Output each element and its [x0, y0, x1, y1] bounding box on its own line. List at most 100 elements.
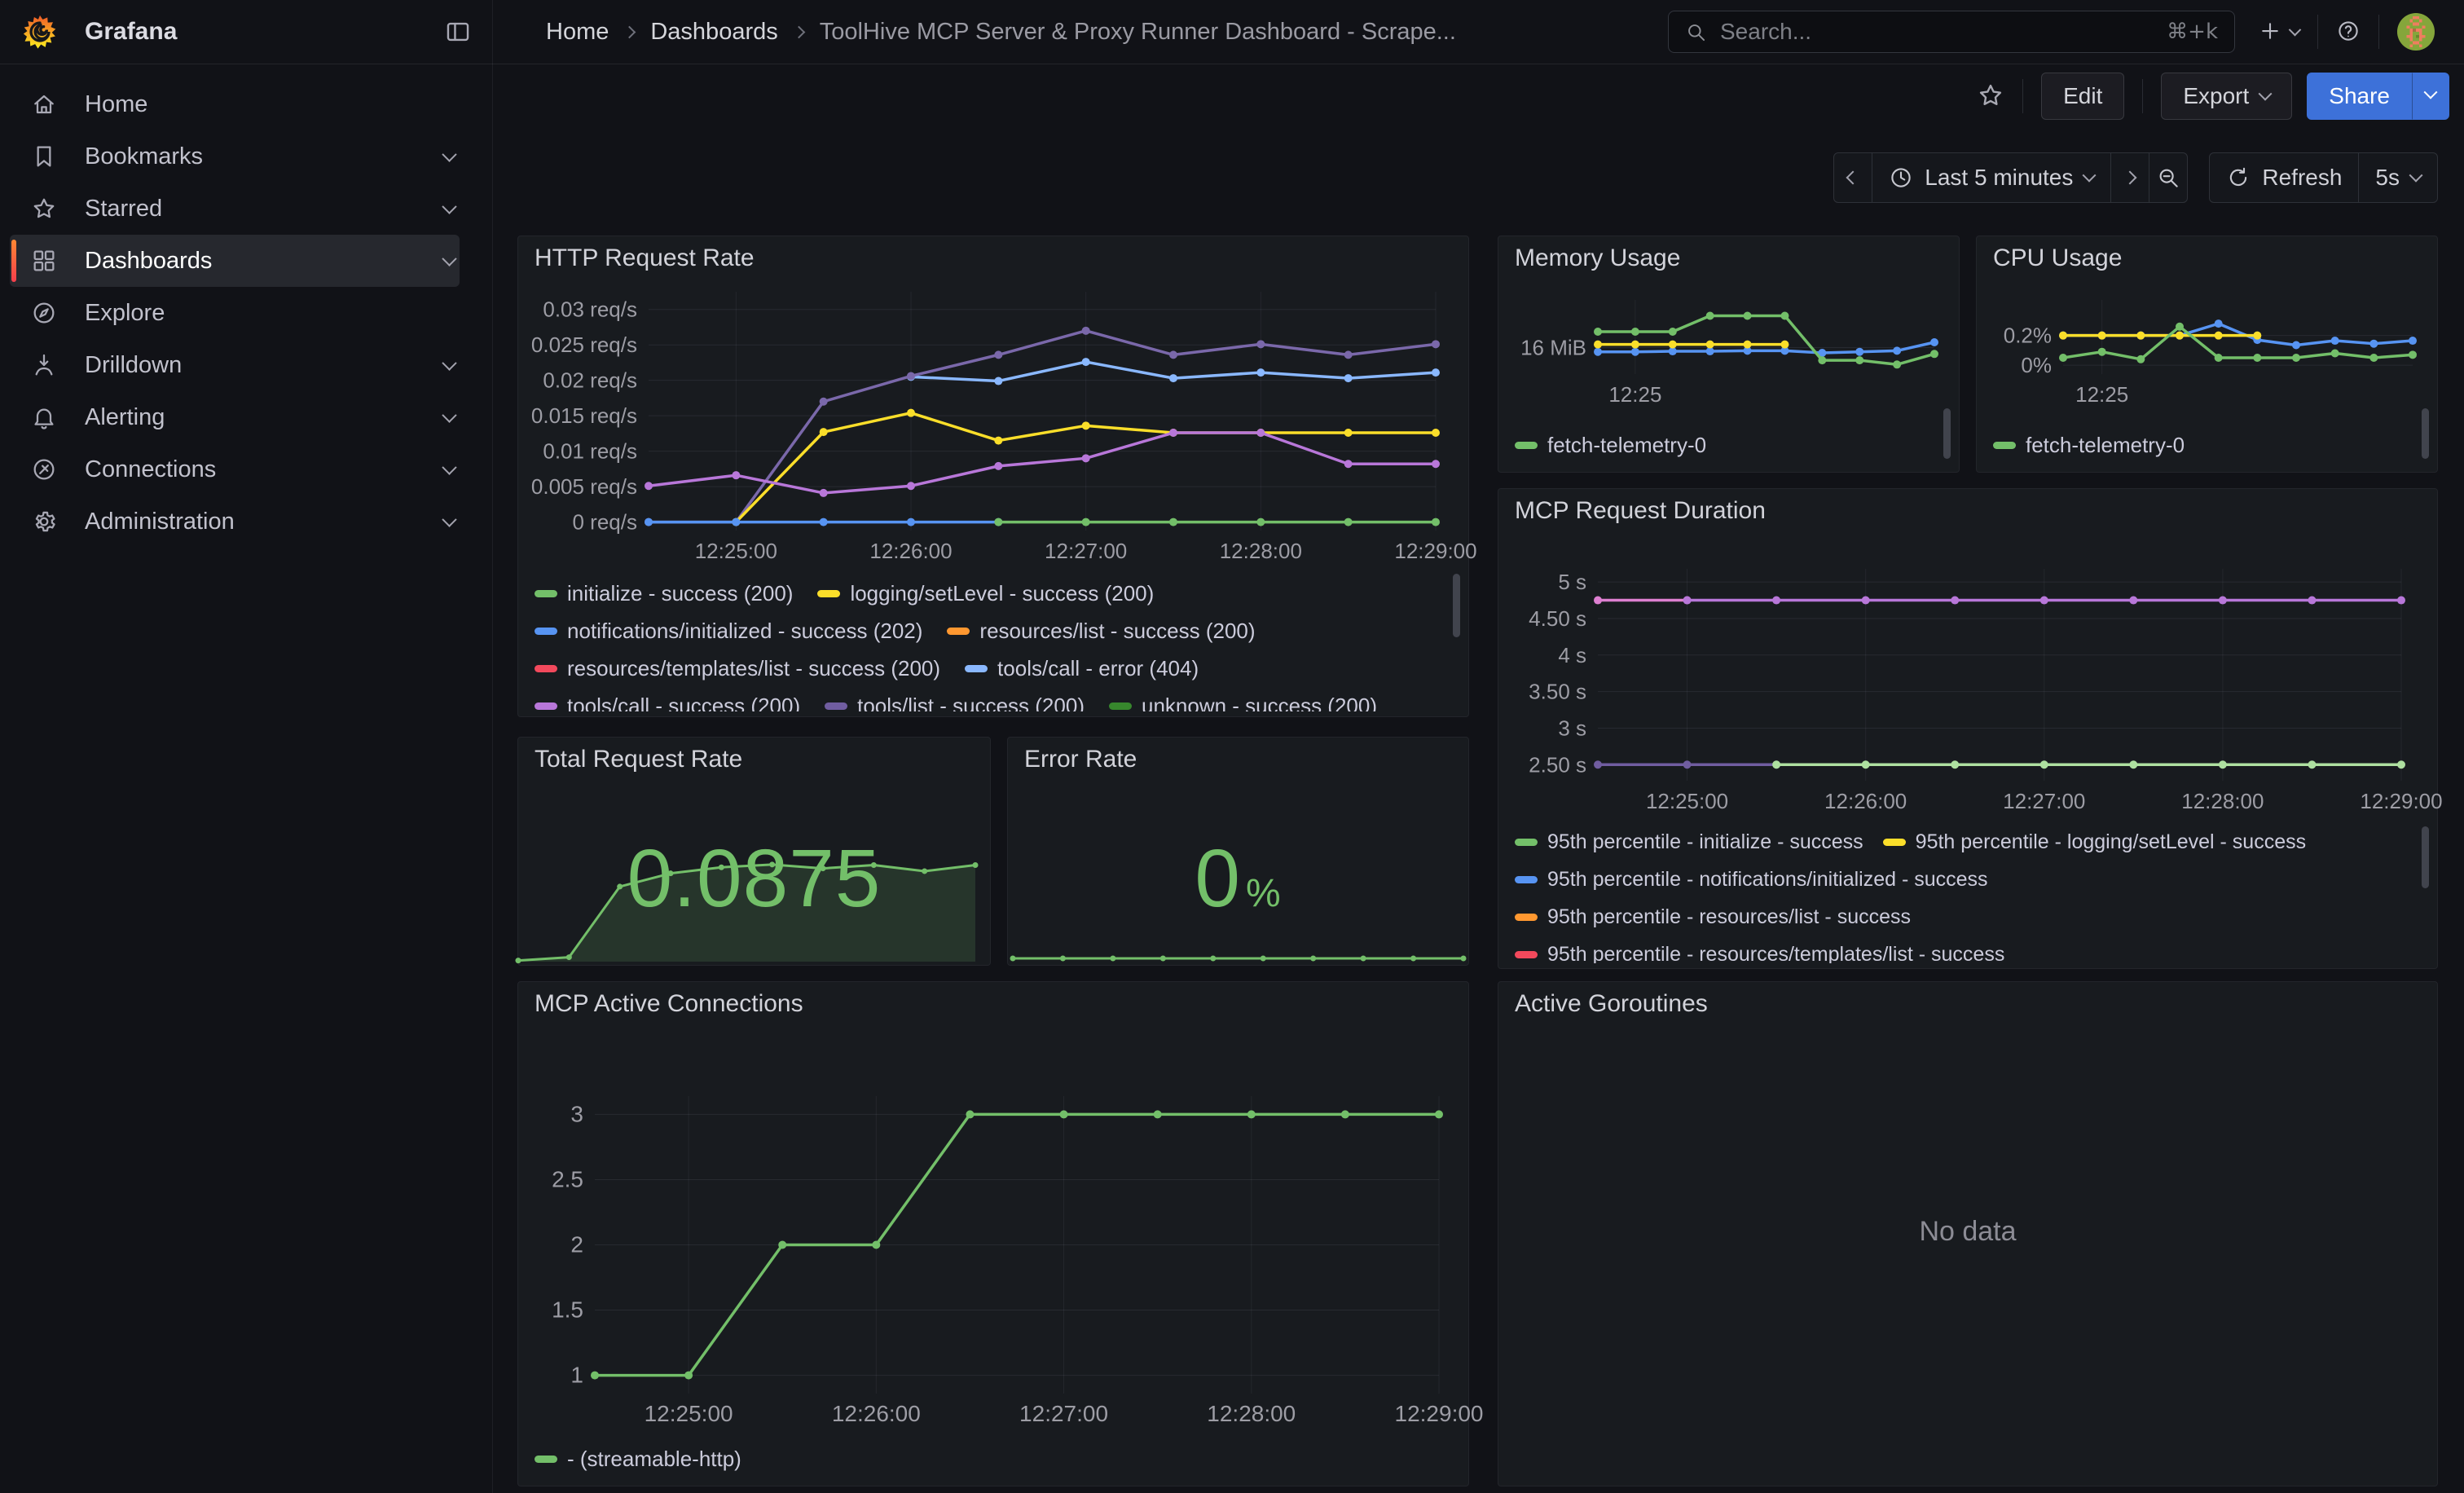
svg-text:5 s: 5 s	[1558, 570, 1586, 594]
legend-item[interactable]: 95th percentile - resources/list - succe…	[1515, 898, 1911, 936]
svg-text:2.50 s: 2.50 s	[1529, 752, 1586, 777]
breadcrumb-home[interactable]: Home	[546, 19, 609, 46]
sidebar-item-alerting[interactable]: Alerting	[10, 391, 460, 443]
error-rate-sparkline[interactable]	[1011, 944, 1465, 963]
legend-label: initialize - success (200)	[567, 581, 793, 606]
time-range-group: Last 5 minutes	[1833, 152, 2188, 203]
panel-title[interactable]: Error Rate	[1024, 746, 1137, 773]
bookmark-icon	[31, 143, 57, 170]
add-new-button[interactable]	[2258, 19, 2299, 46]
panel-title[interactable]: MCP Request Duration	[1515, 497, 1766, 525]
memory-usage-chart[interactable]: 12:2516 MiB	[1507, 293, 1947, 410]
share-button[interactable]: Share	[2307, 73, 2412, 120]
legend-item[interactable]: resources/templates/list - success (200)	[535, 650, 940, 687]
legend-item[interactable]: unknown - success (200)	[1109, 687, 1377, 711]
breadcrumb-current-dashboard: ToolHive MCP Server & Proxy Runner Dashb…	[820, 19, 1456, 46]
dashboard-toolbar: Edit Export Share	[494, 64, 2464, 128]
panel-title[interactable]: MCP Active Connections	[535, 990, 803, 1018]
chevron-down-icon[interactable]	[442, 407, 456, 422]
panel-title[interactable]: Active Goroutines	[1515, 990, 1708, 1018]
search-shortcut: ⌘+k	[2167, 20, 2218, 44]
divider	[2142, 79, 2143, 113]
panel-title[interactable]: Total Request Rate	[535, 746, 742, 773]
legend-scrollbar[interactable]	[2422, 408, 2429, 459]
edit-button[interactable]: Edit	[2041, 73, 2124, 120]
breadcrumb-dashboards[interactable]: Dashboards	[650, 19, 777, 46]
legend-scrollbar[interactable]	[2422, 826, 2429, 888]
chevron-down-icon[interactable]	[442, 355, 456, 370]
legend-item[interactable]: tools/call - error (404)	[965, 650, 1199, 687]
sidebar-item-starred[interactable]: Starred	[10, 183, 460, 235]
chevron-right-icon	[625, 28, 634, 37]
zoom-out-button[interactable]	[2149, 152, 2188, 203]
http-request-rate-chart[interactable]: 12:25:0012:26:0012:27:0012:28:0012:29:00…	[526, 282, 1460, 573]
sidebar-item-explore[interactable]: Explore	[10, 287, 460, 339]
star-dashboard-button[interactable]	[1977, 81, 2004, 112]
legend-item[interactable]: initialize - success (200)	[535, 575, 793, 612]
sidebar-item-label: Explore	[85, 300, 460, 327]
cpu-legend: fetch-telemetry-0	[1993, 426, 2416, 464]
mcp-active-connections-chart[interactable]: 12:25:0012:26:0012:27:0012:28:0012:29:00…	[526, 1047, 1460, 1442]
grafana-logo-icon[interactable]	[23, 15, 57, 49]
sidebar-item-dashboards[interactable]: Dashboards	[10, 235, 460, 287]
svg-text:12:27:00: 12:27:00	[2003, 789, 2085, 813]
legend-item[interactable]: 95th percentile - notifications/initiali…	[1515, 861, 1988, 898]
time-range-picker[interactable]: Last 5 minutes	[1872, 152, 2111, 203]
time-range-label: Last 5 minutes	[1925, 165, 2073, 191]
sidebar-item-home[interactable]: Home	[10, 78, 460, 130]
search-placeholder: Search...	[1720, 19, 1811, 45]
legend-item[interactable]: fetch-telemetry-0	[1993, 426, 2185, 464]
chevron-down-icon[interactable]	[442, 512, 456, 526]
panel-title[interactable]: CPU Usage	[1993, 244, 2122, 272]
sidebar-item-drilldown[interactable]: Drilldown	[10, 339, 460, 391]
sidebar-item-administration[interactable]: Administration	[10, 495, 460, 548]
legend-item[interactable]: logging/setLevel - success (200)	[817, 575, 1154, 612]
search-input[interactable]: Search... ⌘+k	[1668, 11, 2235, 53]
panel-title[interactable]: HTTP Request Rate	[535, 244, 755, 272]
breadcrumb: Home Dashboards ToolHive MCP Server & Pr…	[546, 19, 1472, 46]
svg-text:12:26:00: 12:26:00	[869, 539, 952, 563]
legend-item[interactable]: - (streamable-http)	[535, 1440, 741, 1478]
sidebar-item-label: Drilldown	[85, 352, 444, 379]
mcp-request-duration-chart[interactable]: 12:25:0012:26:0012:27:0012:28:0012:29:00…	[1507, 535, 2429, 823]
user-avatar[interactable]	[2397, 13, 2435, 51]
legend-item[interactable]: 95th percentile - logging/setLevel - suc…	[1883, 823, 2306, 861]
chevron-down-icon[interactable]	[442, 460, 456, 474]
sidebar-item-label: Dashboards	[85, 248, 444, 275]
legend-item[interactable]: resources/list - success (200)	[947, 612, 1255, 650]
share-menu-button[interactable]	[2412, 73, 2449, 120]
svg-text:0.005 req/s: 0.005 req/s	[531, 474, 637, 499]
svg-text:2.5: 2.5	[552, 1166, 583, 1191]
chevron-down-icon[interactable]	[442, 199, 456, 214]
cpu-usage-chart[interactable]: 12:250.2%0%	[1985, 293, 2426, 410]
chevron-down-icon[interactable]	[442, 251, 456, 266]
sidebar-item-bookmarks[interactable]: Bookmarks	[10, 130, 460, 183]
legend-item[interactable]: 95th percentile - resources/templates/li…	[1515, 936, 2004, 963]
plus-icon	[2258, 19, 2282, 46]
legend-item[interactable]: notifications/initialized - success (202…	[535, 612, 922, 650]
legend-scrollbar[interactable]	[1943, 408, 1951, 459]
legend-item[interactable]: tools/call - success (200)	[535, 687, 800, 711]
legend-item[interactable]: fetch-telemetry-0	[1515, 426, 1706, 464]
sidebar-item-connections[interactable]: Connections	[10, 443, 460, 495]
grafana-app: Grafana HomeBookmarksStarredDashboardsEx…	[0, 0, 2464, 1493]
legend-swatch	[1515, 914, 1538, 921]
svg-text:12:28:00: 12:28:00	[1207, 1401, 1296, 1426]
drilldown-icon	[31, 352, 57, 378]
legend-item[interactable]: tools/list - success (200)	[825, 687, 1085, 711]
time-shift-forward-button[interactable]	[2110, 152, 2149, 203]
time-shift-back-button[interactable]	[1833, 152, 1872, 203]
panel-title[interactable]: Memory Usage	[1515, 244, 1680, 272]
svg-text:4 s: 4 s	[1558, 643, 1586, 667]
refresh-interval-picker[interactable]: 5s	[2358, 152, 2438, 203]
help-button[interactable]	[2336, 19, 2361, 46]
collapse-sidebar-icon[interactable]	[444, 18, 472, 46]
refresh-button[interactable]: Refresh	[2209, 152, 2359, 203]
divider	[2022, 79, 2023, 113]
legend-scrollbar[interactable]	[1453, 574, 1460, 637]
chevron-down-icon[interactable]	[442, 147, 456, 161]
legend-label: 95th percentile - logging/setLevel - suc…	[1916, 830, 2306, 854]
export-button[interactable]: Export	[2161, 73, 2292, 120]
svg-text:12:27:00: 12:27:00	[1045, 539, 1127, 563]
legend-item[interactable]: 95th percentile - initialize - success	[1515, 823, 1863, 861]
